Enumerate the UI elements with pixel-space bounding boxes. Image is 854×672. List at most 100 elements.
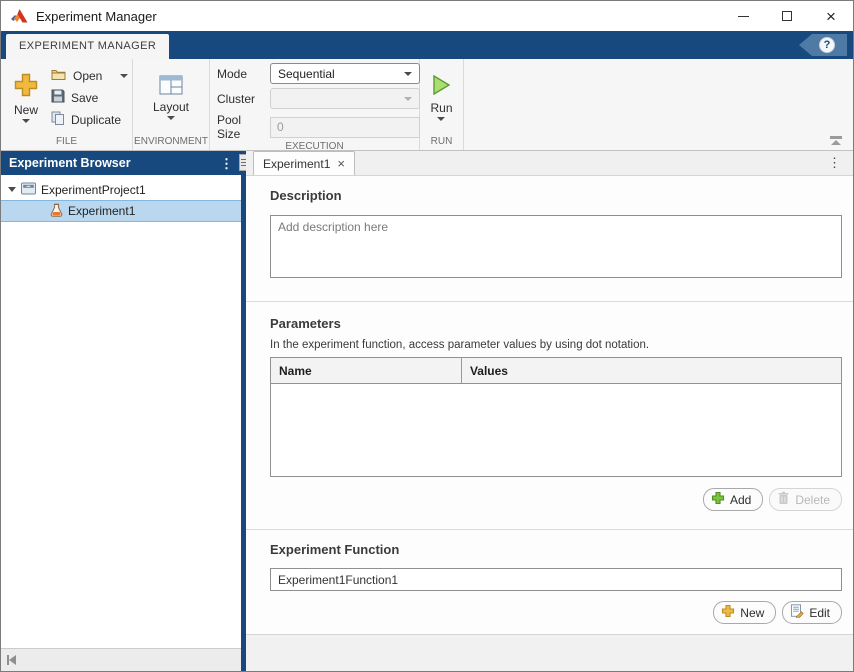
duplicate-button[interactable]: Duplicate xyxy=(51,111,128,129)
matlab-logo-icon xyxy=(11,9,28,24)
question-icon: ? xyxy=(819,37,835,53)
maximize-button[interactable] xyxy=(765,1,809,31)
edit-icon xyxy=(790,604,804,621)
close-icon: × xyxy=(826,8,836,25)
run-button[interactable]: Run xyxy=(426,72,456,123)
document-footer-area xyxy=(246,634,853,671)
cluster-caret-icon xyxy=(404,97,412,101)
description-heading: Description xyxy=(270,188,842,203)
mode-select[interactable]: Sequential xyxy=(270,63,420,84)
tab-close-icon[interactable]: × xyxy=(337,157,345,170)
save-button[interactable]: Save xyxy=(51,89,128,107)
save-icon xyxy=(51,89,65,106)
new-dropdown-caret-icon xyxy=(22,119,30,123)
close-button[interactable]: × xyxy=(809,1,853,31)
document-tab-bar: Experiment1 × ⋮ xyxy=(246,151,853,176)
experiment-function-input[interactable] xyxy=(270,568,842,591)
run-section-label: RUN xyxy=(420,136,463,150)
tree-item-project[interactable]: ExperimentProject1 xyxy=(1,179,241,200)
column-header-name: Name xyxy=(271,358,462,383)
open-button-label: Open xyxy=(73,69,102,83)
collapse-panel-button[interactable] xyxy=(7,655,16,665)
delete-parameter-button: Delete xyxy=(769,488,842,511)
description-textarea[interactable] xyxy=(270,215,842,278)
experiment-browser-header: Experiment Browser ⋮ xyxy=(1,151,241,175)
run-button-label: Run xyxy=(430,101,452,115)
experiment-function-heading: Experiment Function xyxy=(270,542,842,557)
layout-dropdown-caret-icon xyxy=(167,116,175,120)
collapse-ribbon-bar-icon xyxy=(830,136,842,139)
toolstrip-section-file: New Open xyxy=(1,59,133,150)
run-play-icon xyxy=(430,74,452,99)
toolstrip: New Open xyxy=(1,59,853,151)
trash-icon xyxy=(777,491,790,508)
add-plus-icon xyxy=(711,491,725,508)
browser-menu-button[interactable]: ⋮ xyxy=(220,157,233,170)
duplicate-button-label: Duplicate xyxy=(71,113,121,127)
tab-experiment1[interactable]: Experiment1 × xyxy=(253,151,355,175)
layout-icon xyxy=(159,75,183,98)
expand-collapse-caret-icon[interactable] xyxy=(8,187,16,192)
toolstrip-section-run: Run RUN xyxy=(420,59,464,150)
document-content: Description Parameters In the experiment… xyxy=(246,176,853,671)
ribbon-tab-strip: EXPERIMENT MANAGER ? xyxy=(1,31,853,59)
tree-item-project-label: ExperimentProject1 xyxy=(41,183,146,197)
layout-button[interactable]: Layout xyxy=(149,73,193,122)
column-header-values: Values xyxy=(462,358,841,383)
new-function-label: New xyxy=(740,606,764,620)
environment-section-label: ENVIRONMENT xyxy=(133,136,209,150)
pool-size-label: Pool Size xyxy=(217,113,266,141)
open-button[interactable]: Open xyxy=(51,67,128,85)
minimize-button[interactable] xyxy=(721,1,765,31)
collapse-panel-arrow-icon xyxy=(9,655,16,665)
collapse-ribbon-arrow-icon xyxy=(831,140,841,145)
toolstrip-section-execution: Mode Sequential Cluster Pool Size EXECUT… xyxy=(210,59,420,150)
cluster-label: Cluster xyxy=(217,92,266,106)
new-function-button[interactable]: New xyxy=(713,601,776,624)
edit-function-label: Edit xyxy=(809,606,830,620)
document-menu-button[interactable]: ⋮ xyxy=(828,156,841,169)
parameters-hint: In the experiment function, access param… xyxy=(270,339,842,351)
app-window: Experiment Manager × EXPERIMENT MANAGER … xyxy=(0,0,854,672)
document-panel: Experiment1 × ⋮ Description Parameters I… xyxy=(246,151,853,671)
save-button-label: Save xyxy=(71,91,98,105)
open-dropdown-caret-icon xyxy=(120,74,128,78)
parameters-table-header: Name Values xyxy=(271,358,841,384)
add-parameter-button[interactable]: Add xyxy=(703,488,763,511)
flask-icon xyxy=(50,203,63,220)
new-button-label: New xyxy=(14,103,38,117)
parameters-table-body xyxy=(271,384,841,476)
window-controls: × xyxy=(721,1,853,31)
edit-function-button[interactable]: Edit xyxy=(782,601,842,624)
folder-icon xyxy=(51,68,67,84)
help-button[interactable]: ? xyxy=(799,34,847,56)
new-function-plus-icon xyxy=(721,604,735,621)
title-bar: Experiment Manager × xyxy=(1,1,853,31)
new-button[interactable]: New xyxy=(9,70,43,125)
panel-splitter[interactable] xyxy=(241,151,246,671)
parameters-heading: Parameters xyxy=(270,316,842,331)
toolstrip-section-environment: Layout ENVIRONMENT xyxy=(133,59,210,150)
tree-item-experiment-label: Experiment1 xyxy=(68,204,135,218)
collapse-ribbon-button[interactable] xyxy=(830,136,842,145)
minimize-icon xyxy=(738,16,749,17)
mode-label: Mode xyxy=(217,67,266,81)
delete-parameter-label: Delete xyxy=(795,493,830,507)
project-icon xyxy=(21,182,36,198)
tab-experiment-manager[interactable]: EXPERIMENT MANAGER xyxy=(6,34,169,59)
parameters-table: Name Values xyxy=(270,357,842,477)
maximize-icon xyxy=(782,11,792,21)
main-area: Experiment Browser ⋮ ExperimentProject1 xyxy=(1,151,853,671)
tree-item-experiment[interactable]: Experiment1 xyxy=(1,200,241,222)
pool-size-input xyxy=(270,117,420,138)
mode-caret-icon xyxy=(404,72,412,76)
experiment-browser-panel: Experiment Browser ⋮ ExperimentProject1 xyxy=(1,151,241,671)
window-title: Experiment Manager xyxy=(36,9,157,24)
file-section-label: FILE xyxy=(1,136,132,150)
run-dropdown-caret-icon xyxy=(437,117,445,121)
tab-experiment1-label: Experiment1 xyxy=(263,157,330,171)
browser-footer-bar xyxy=(1,648,241,671)
experiment-browser-title: Experiment Browser xyxy=(9,156,131,170)
mode-selected-value: Sequential xyxy=(278,67,335,81)
layout-button-label: Layout xyxy=(153,100,189,114)
